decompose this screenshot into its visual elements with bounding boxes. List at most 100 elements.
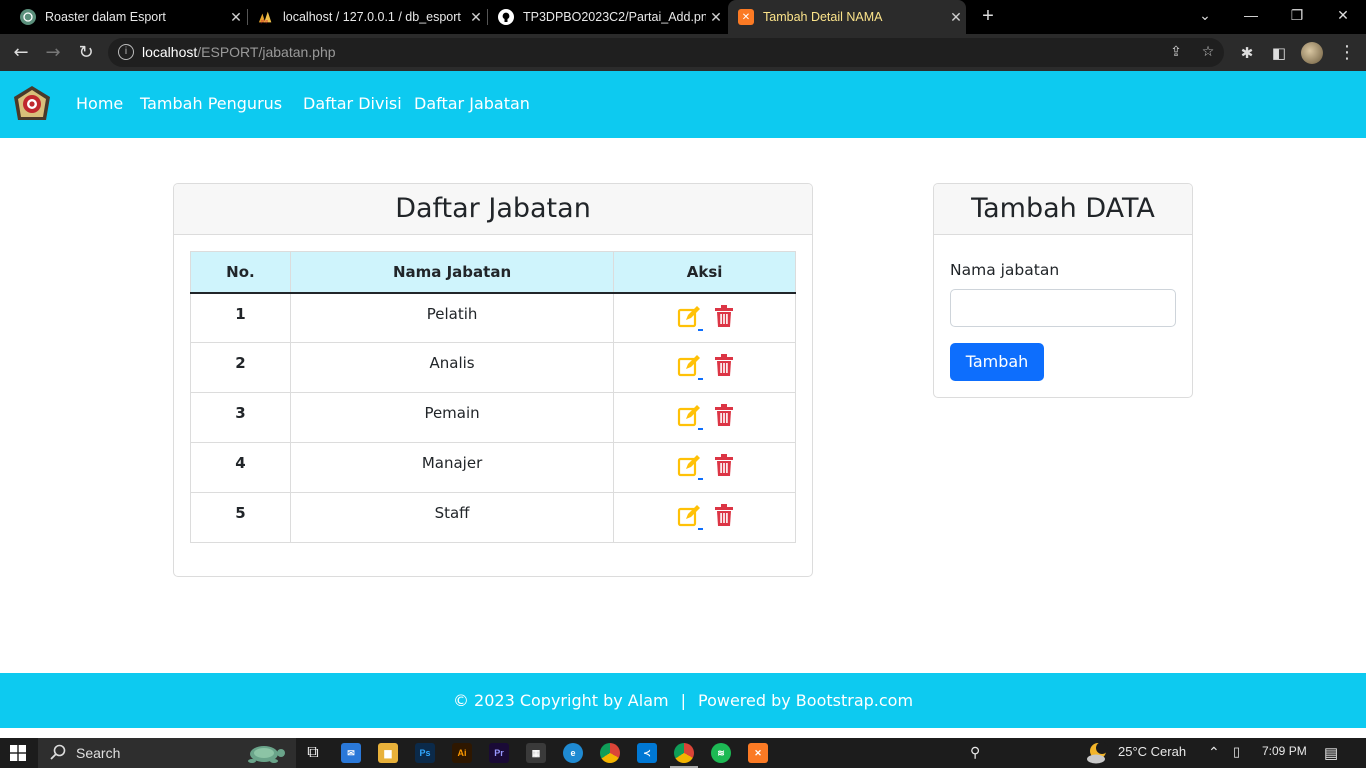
browser-tab-4-active[interactable]: ✕ Tambah Detail NAMA ✕ xyxy=(728,0,966,34)
row-actions xyxy=(613,292,796,343)
delete-trash-icon[interactable] xyxy=(714,454,734,480)
task-view-icon[interactable]: ⧉ xyxy=(303,743,323,763)
esport-logo[interactable] xyxy=(12,85,52,125)
tab-search-icon[interactable]: ⌄ xyxy=(1182,0,1228,30)
address-bar[interactable]: i localhost/ESPORT/jabatan.php ⇪ ☆ xyxy=(108,38,1224,67)
row-jabatan-name: Pemain xyxy=(289,392,615,443)
edit-icon[interactable] xyxy=(676,354,703,380)
browser-tab-1[interactable]: Roaster dalam Esport ✕ xyxy=(8,0,246,34)
tab-title: Roaster dalam Esport xyxy=(45,10,166,24)
nama-jabatan-input[interactable] xyxy=(950,289,1176,327)
chatgpt-icon xyxy=(20,9,36,25)
col-header-name: Nama Jabatan xyxy=(289,251,615,294)
illustrator-icon[interactable]: Ai xyxy=(452,743,472,763)
row-jabatan-name: Staff xyxy=(289,492,615,543)
search-icon xyxy=(50,744,66,760)
row-actions xyxy=(613,492,796,543)
tab-title: TP3DPBO2023C2/Partai_Add.png xyxy=(523,10,706,24)
delete-trash-icon[interactable] xyxy=(714,404,734,430)
nav-daftar-jabatan-link[interactable]: Daftar Jabatan xyxy=(414,94,530,113)
browser-tab-3[interactable]: TP3DPBO2023C2/Partai_Add.png ✕ xyxy=(488,0,726,34)
footer-separator: | xyxy=(680,691,686,710)
row-number: 2 xyxy=(190,342,291,393)
minimize-icon[interactable]: — xyxy=(1228,0,1274,30)
xampp-icon: ✕ xyxy=(738,9,754,25)
edit-icon[interactable] xyxy=(676,404,703,430)
notification-center-icon[interactable]: ▤ xyxy=(1324,744,1338,762)
close-tab-icon[interactable]: ✕ xyxy=(946,9,966,26)
close-tab-icon[interactable]: ✕ xyxy=(466,9,486,26)
github-icon xyxy=(498,9,514,25)
list-card-title: Daftar Jabatan xyxy=(174,184,812,235)
extensions-puzzle-icon[interactable]: ✱ xyxy=(1234,40,1260,66)
edit-icon[interactable] xyxy=(676,454,703,480)
windows-start-icon[interactable] xyxy=(10,745,26,761)
profile-avatar[interactable] xyxy=(1301,42,1323,64)
delete-trash-icon[interactable] xyxy=(714,354,734,380)
row-number: 3 xyxy=(190,392,291,443)
row-jabatan-name: Pelatih xyxy=(289,292,615,343)
edge-browser-icon[interactable]: e xyxy=(563,743,583,763)
nav-home-link[interactable]: Home xyxy=(76,94,123,113)
xampp-taskbar-icon[interactable]: ✕ xyxy=(748,743,768,763)
back-icon[interactable]: ← xyxy=(8,40,34,66)
footer-copyright: © 2023 Copyright by Alam xyxy=(452,691,669,710)
site-info-icon[interactable]: i xyxy=(118,44,134,60)
table-header-row: No. Nama Jabatan Aksi xyxy=(190,251,796,294)
edit-icon[interactable] xyxy=(676,305,703,331)
edit-icon[interactable] xyxy=(676,504,703,530)
row-jabatan-name: Analis xyxy=(289,342,615,393)
side-panel-icon[interactable]: ◧ xyxy=(1266,40,1292,66)
taskbar-search-box[interactable]: Search xyxy=(38,738,296,768)
share-icon[interactable]: ⇪ xyxy=(1166,42,1186,62)
close-tab-icon[interactable]: ✕ xyxy=(226,9,246,26)
new-tab-icon[interactable]: + xyxy=(976,4,1000,28)
jabatan-table: No. Nama Jabatan Aksi 1 Pelatih 2 Analis xyxy=(190,251,796,543)
reload-icon[interactable]: ↻ xyxy=(73,40,99,66)
delete-trash-icon[interactable] xyxy=(714,504,734,530)
col-header-action: Aksi xyxy=(613,251,796,294)
phpmyadmin-icon: php xyxy=(258,9,274,25)
close-window-icon[interactable]: ✕ xyxy=(1320,0,1366,30)
weather-moon-cloud-icon[interactable] xyxy=(1086,741,1110,765)
table-row: 5 Staff xyxy=(190,492,796,543)
chrome-active-icon[interactable] xyxy=(670,743,698,768)
people-icon[interactable]: ⚲ xyxy=(970,744,980,761)
tambah-button[interactable]: Tambah xyxy=(950,343,1044,381)
browser-menu-icon[interactable]: ⋮ xyxy=(1334,40,1360,66)
weather-text[interactable]: 25°C Cerah xyxy=(1118,744,1186,759)
table-row: 4 Manajer xyxy=(190,442,796,493)
show-hidden-icons-chevron-icon[interactable]: ⌃ xyxy=(1208,744,1220,761)
nav-tambah-pengurus-link[interactable]: Tambah Pengurus xyxy=(140,94,282,113)
forward-icon[interactable]: → xyxy=(40,40,66,66)
col-header-no: No. xyxy=(190,251,291,294)
svg-text:php: php xyxy=(261,18,269,23)
footer-powered-by: Powered by Bootstrap.com xyxy=(697,691,914,710)
calculator-icon[interactable]: ▦ xyxy=(526,743,546,763)
nav-daftar-divisi-link[interactable]: Daftar Divisi xyxy=(303,94,402,113)
table-row: 1 Pelatih xyxy=(190,292,796,343)
spotify-icon[interactable]: ≋ xyxy=(711,743,731,763)
chrome-icon[interactable] xyxy=(600,743,620,763)
mail-app-icon[interactable]: ✉ xyxy=(341,743,361,763)
add-jabatan-card: Tambah DATA Nama jabatan Tambah xyxy=(933,183,1193,398)
row-jabatan-name: Manajer xyxy=(289,442,615,493)
site-footer: © 2023 Copyright by Alam | Powered by Bo… xyxy=(0,673,1366,728)
vscode-icon[interactable]: ≺ xyxy=(637,743,657,763)
photoshop-icon[interactable]: Ps xyxy=(415,743,435,763)
delete-trash-icon[interactable] xyxy=(714,304,734,331)
battery-icon[interactable]: ▯ xyxy=(1233,744,1240,760)
nama-jabatan-label: Nama jabatan xyxy=(950,261,1060,279)
browser-toolbar: ← → ↻ i localhost/ESPORT/jabatan.php ⇪ ☆… xyxy=(0,34,1366,71)
browser-tab-2[interactable]: php localhost / 127.0.0.1 / db_esport ✕ xyxy=(248,0,486,34)
restore-icon[interactable]: ❐ xyxy=(1274,0,1320,30)
premiere-icon[interactable]: Pr xyxy=(489,743,509,763)
clock-time[interactable]: 7:09 PM xyxy=(1262,744,1307,758)
file-explorer-icon[interactable]: ▆ xyxy=(378,743,398,763)
bookmark-star-icon[interactable]: ☆ xyxy=(1198,42,1218,62)
tab-title: localhost / 127.0.0.1 / db_esport xyxy=(283,10,461,24)
close-tab-icon[interactable]: ✕ xyxy=(706,9,726,26)
table-row: 3 Pemain xyxy=(190,392,796,443)
url-text[interactable]: localhost/ESPORT/jabatan.php xyxy=(142,44,336,60)
row-number: 1 xyxy=(190,292,291,343)
